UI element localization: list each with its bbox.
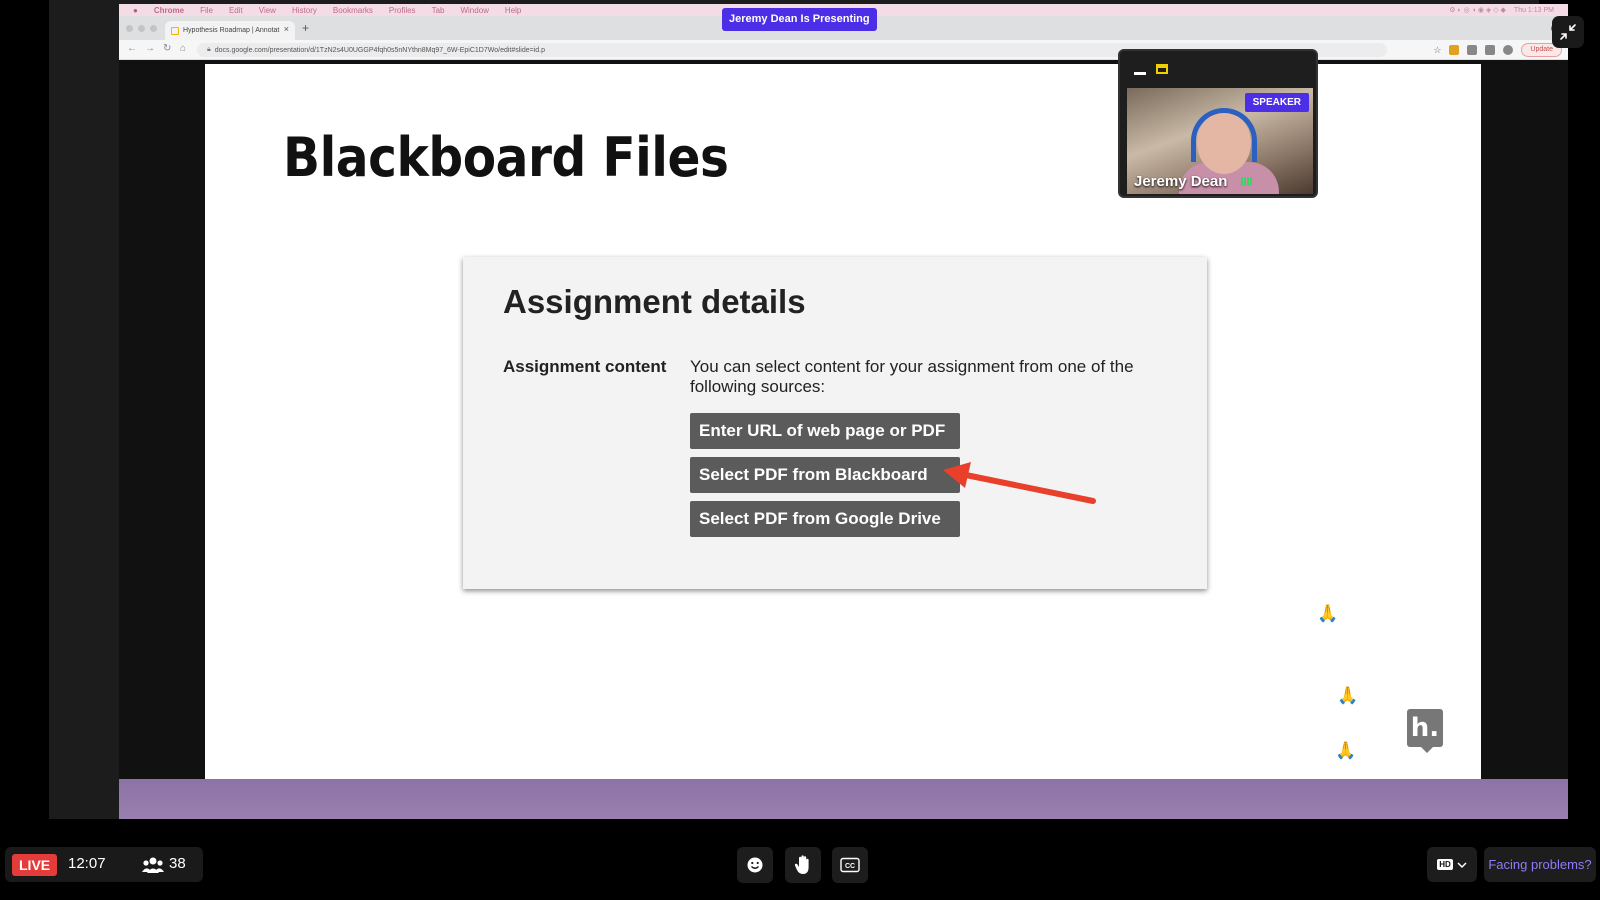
assignment-description: You can select content for your assignme…	[690, 357, 1134, 396]
menu-item-edit: Edit	[228, 5, 243, 15]
reactions-button[interactable]	[737, 847, 773, 883]
hd-badge: HD	[1437, 859, 1453, 870]
reaction-pray-emoji: 🙏	[1335, 741, 1357, 760]
emoji-icon	[747, 857, 763, 873]
viewer-count: 38	[169, 855, 186, 872]
avatar-icon	[1503, 45, 1514, 55]
reaction-pray-emoji: 🙏	[1337, 686, 1359, 705]
home-icon: ⌂	[180, 43, 187, 54]
elapsed-time: 12:07	[68, 855, 106, 872]
menu-item-view: View	[258, 5, 276, 15]
extension-icon	[1449, 45, 1460, 55]
slides-favicon-icon	[171, 26, 179, 35]
minimize-window-dot	[138, 25, 145, 32]
browser-tab: Hypothesis Roadmap | Annotat ×	[165, 21, 295, 40]
facing-problems-button[interactable]: Facing problems?	[1484, 847, 1596, 882]
live-status-pill: LIVE 12:07 38	[5, 847, 203, 882]
tab-title: Hypothesis Roadmap | Annotat	[183, 27, 280, 34]
select-pdf-blackboard-button: Select PDF from Blackboard	[690, 457, 960, 493]
shared-screen: ● Chrome File Edit View History Bookmark…	[119, 4, 1568, 819]
speaker-badge: SPEAKER	[1244, 93, 1309, 112]
menu-item-tab: Tab	[431, 5, 445, 15]
presenting-banner: Jeremy Dean Is Presenting	[722, 8, 877, 31]
quality-selector[interactable]: HD	[1427, 847, 1477, 882]
exit-fullscreen-button[interactable]	[1552, 16, 1584, 48]
minimize-tile-icon[interactable]	[1134, 72, 1146, 75]
mac-clock: Thu 1:13 PM	[1513, 6, 1554, 14]
speaker-tile[interactable]: SPEAKER Jeremy Dean	[1118, 49, 1318, 198]
browser-nav-bar: ← → ↻ ⌂ 🔒︎ docs.google.com/presentation/…	[119, 40, 1568, 60]
close-window-dot	[126, 25, 133, 32]
enter-url-button: Enter URL of web page or PDF	[690, 413, 960, 449]
new-tab-icon: +	[302, 21, 310, 35]
menu-item-history: History	[291, 5, 317, 15]
menu-item-bookmarks: Bookmarks	[332, 5, 373, 15]
extensions-row: ☆ Update	[1433, 43, 1562, 57]
assignment-content-label: Assignment content	[503, 357, 667, 376]
menu-item-profiles: Profiles	[388, 5, 416, 15]
assignment-heading: Assignment details	[503, 283, 806, 320]
forward-icon: →	[145, 43, 155, 54]
menu-item-help: Help	[504, 5, 522, 15]
url-text: docs.google.com/presentation/d/1TzN2s4U0…	[214, 46, 546, 54]
assignment-details-screenshot: Assignment details Assignment content Yo…	[463, 257, 1207, 589]
live-badge: LIVE	[12, 854, 58, 876]
raise-hand-icon	[794, 855, 809, 874]
slide-title: Blackboard Files	[283, 126, 729, 189]
raise-hand-button[interactable]	[785, 847, 821, 883]
zoom-window-dot	[150, 25, 157, 32]
reaction-pray-emoji: 🙏	[1317, 604, 1339, 623]
maximize-tile-icon[interactable]	[1156, 64, 1168, 74]
closed-captions-button[interactable]: CC	[832, 847, 868, 883]
screen-bottom-strip	[119, 779, 1568, 819]
speaker-video: SPEAKER Jeremy Dean	[1127, 88, 1313, 194]
mac-status-area: ⚙ ◐ ◎ ◑ ◉ ◈ ◇ ◆ Thu 1:13 PM	[1449, 4, 1554, 16]
menu-item-file: File	[200, 5, 213, 15]
menu-item-window: Window	[460, 5, 489, 15]
apple-icon: ●	[133, 5, 138, 15]
select-pdf-google-drive-button: Select PDF from Google Drive	[690, 501, 960, 537]
viewers-icon	[142, 857, 164, 873]
star-icon: ☆	[1433, 44, 1442, 55]
menu-item-chrome: Chrome	[153, 5, 185, 15]
lock-icon: 🔒︎	[207, 46, 211, 53]
audio-level-icon	[1241, 177, 1252, 186]
reload-icon: ↻	[163, 43, 172, 54]
hypothesis-logo-icon: h.	[1407, 709, 1443, 753]
svg-text:CC: CC	[845, 863, 855, 870]
speaker-name: Jeremy Dean	[1134, 173, 1228, 190]
exit-fullscreen-icon	[1560, 24, 1576, 40]
red-arrow-annotation	[943, 462, 1096, 504]
chevron-down-icon	[1457, 861, 1467, 868]
puzzle-icon	[1485, 45, 1496, 55]
headset-shape	[1191, 108, 1257, 162]
back-icon: ←	[127, 43, 137, 54]
status-icons: ⚙ ◐ ◎ ◑ ◉ ◈ ◇ ◆	[1449, 7, 1506, 14]
closed-captions-icon: CC	[840, 857, 860, 873]
extension-icon	[1467, 45, 1478, 55]
tab-close-icon: ×	[283, 24, 289, 34]
